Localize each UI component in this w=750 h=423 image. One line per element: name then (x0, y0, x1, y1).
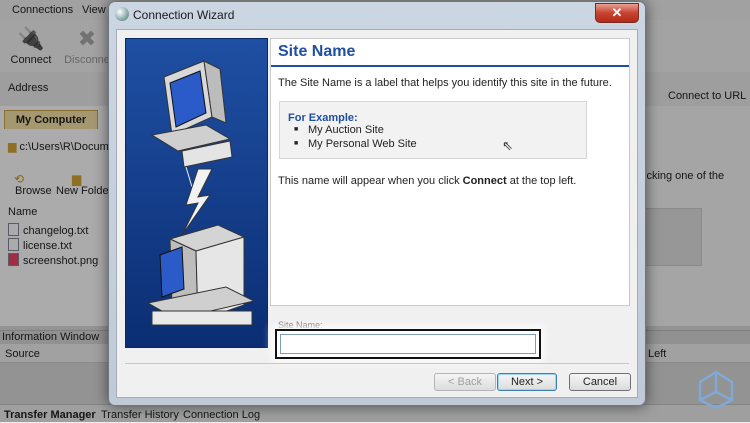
example-box: For Example: My Auction Site My Personal… (279, 101, 587, 159)
close-button[interactable]: ✕ (595, 3, 639, 23)
next-button[interactable]: Next > (497, 373, 557, 391)
site-name-input[interactable] (280, 334, 536, 354)
note-text: This name will appear when you click (278, 175, 463, 187)
cursor-icon: ⇖ (502, 138, 513, 153)
site-name-highlight (275, 329, 541, 359)
wizard-illustration (125, 38, 268, 348)
lightning-icon (181, 168, 213, 236)
note-bold: Connect (462, 175, 507, 187)
wizard-icon (115, 7, 129, 21)
page-title: Site Name (278, 43, 356, 60)
computer-icon (146, 60, 256, 326)
wizard-content-panel: Site Name The Site Name is a label that … (270, 38, 630, 306)
example-item: My Auction Site (294, 124, 384, 136)
dialog-body: Site Name The Site Name is a label that … (116, 29, 638, 398)
title-divider (271, 65, 629, 67)
note-text-end: at the top left. (506, 175, 577, 187)
back-button[interactable]: < Back (434, 373, 496, 391)
description-text: The Site Name is a label that helps you … (278, 77, 612, 89)
example-title: For Example: (288, 112, 358, 124)
cancel-button[interactable]: Cancel (569, 373, 631, 391)
close-icon: ✕ (611, 5, 623, 20)
logo-icon (698, 370, 734, 410)
example-item: My Personal Web Site (294, 138, 417, 150)
connect-note: This name will appear when you click Con… (278, 175, 576, 187)
button-divider (125, 363, 629, 364)
connection-wizard-dialog: Connection Wizard ✕ Site Name The Site N… (108, 1, 646, 406)
dialog-title: Connection Wizard (133, 8, 235, 22)
